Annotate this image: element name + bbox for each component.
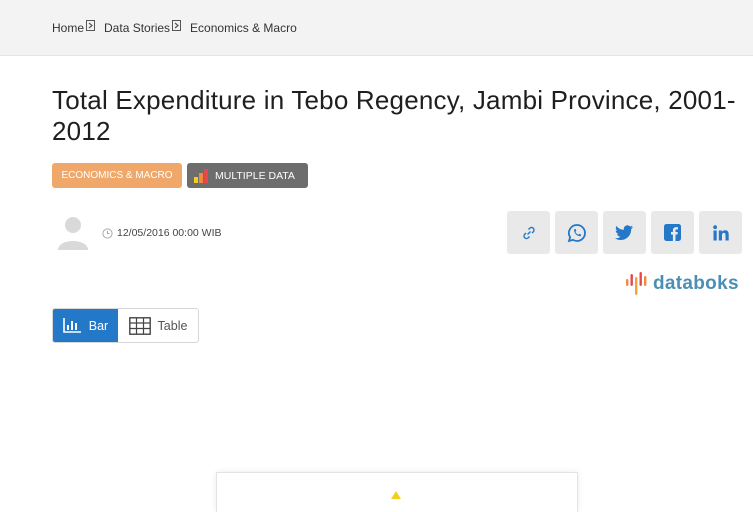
clock-icon: [102, 227, 113, 239]
breadcrumb-data-stories[interactable]: Data Stories: [104, 21, 170, 35]
top-bar: Home Data Stories Economics & Macro: [0, 0, 753, 56]
table-view-label: Table: [157, 318, 188, 333]
share-linkedin-button[interactable]: [699, 211, 742, 254]
table-icon: [128, 316, 151, 335]
chart-view-toggle: Bar Table: [52, 308, 199, 343]
copy-link-button[interactable]: [507, 211, 550, 254]
databoks-logo-icon: [626, 272, 647, 295]
publish-date-text: 12/05/2016 00:00 WIB: [117, 227, 222, 239]
breadcrumb: Home Data Stories Economics & Macro: [52, 19, 297, 35]
breadcrumb-separator-icon: [86, 19, 96, 31]
category-tag[interactable]: ECONOMICS & MACRO: [52, 163, 182, 188]
multiple-data-tag[interactable]: MULTIPLE DATA: [187, 163, 308, 188]
table-view-button[interactable]: Table: [118, 309, 198, 342]
share-facebook-button[interactable]: [651, 211, 694, 254]
share-twitter-button[interactable]: [603, 211, 646, 254]
publish-date: 12/05/2016 00:00 WIB: [102, 227, 222, 239]
whatsapp-icon: [567, 223, 586, 242]
breadcrumb-separator-icon: [172, 19, 182, 31]
link-icon: [522, 226, 535, 239]
multiple-data-label: MULTIPLE DATA: [215, 169, 295, 182]
breadcrumb-home[interactable]: Home: [52, 21, 84, 35]
bar-view-label: Bar: [88, 318, 109, 333]
linkedin-icon: [712, 224, 729, 240]
share-whatsapp-button[interactable]: [555, 211, 598, 254]
page-title: Total Expenditure in Tebo Regency, Jambi…: [52, 85, 736, 146]
author-avatar: [54, 213, 92, 251]
bar-view-button[interactable]: Bar: [53, 309, 118, 342]
twitter-icon: [615, 224, 633, 240]
databoks-logo-text: databoks: [653, 273, 739, 294]
multiple-data-icon: [194, 168, 208, 183]
bar-chart-icon: [62, 318, 81, 333]
breadcrumb-economics-macro[interactable]: Economics & Macro: [190, 21, 297, 35]
facebook-icon: [664, 224, 681, 241]
databoks-logo[interactable]: databoks: [625, 271, 739, 297]
